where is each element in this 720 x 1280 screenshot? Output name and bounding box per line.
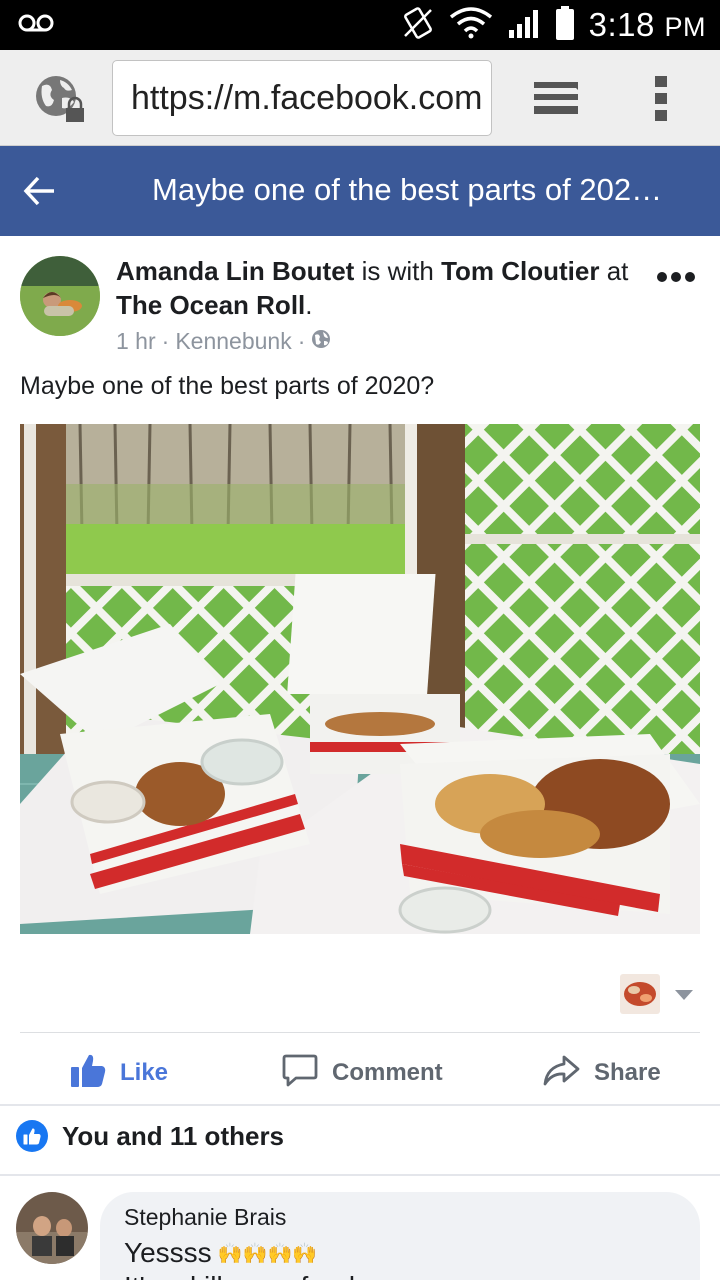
back-arrow-icon[interactable] xyxy=(22,174,58,213)
post-meta: Amanda Lin Boutet is with Tom Cloutier a… xyxy=(116,254,656,358)
status-bar: 3:18 PM xyxy=(0,0,720,50)
battery-icon xyxy=(555,5,575,45)
commenter-name[interactable]: Stephanie Brais xyxy=(124,1204,676,1231)
share-arrow-icon xyxy=(542,1053,580,1094)
post-subline: 1 hr · Kennebunk · xyxy=(116,324,656,358)
tagged-name[interactable]: Tom Cloutier xyxy=(441,256,599,286)
comment-label: Comment xyxy=(332,1059,443,1086)
clock-time: 3:18 xyxy=(588,6,655,43)
browser-toolbar: https://m.facebook.com xyxy=(0,50,720,146)
commenter-avatar[interactable] xyxy=(16,1192,88,1264)
url-field[interactable]: https://m.facebook.com xyxy=(112,60,492,136)
signal-icon xyxy=(507,8,541,43)
post-text: Maybe one of the best parts of 2020? xyxy=(20,372,435,400)
reactions-summary[interactable]: You and 11 others xyxy=(16,1120,284,1152)
comment-message: Yessss xyxy=(124,1237,212,1268)
period: . xyxy=(305,290,313,320)
page-header: Maybe one of the best parts of 202… xyxy=(0,146,720,236)
wifi-icon xyxy=(449,6,493,44)
clock-ampm: PM xyxy=(664,12,706,42)
post-headline: Amanda Lin Boutet is with Tom Cloutier a… xyxy=(116,254,656,322)
raised-hands-emoji: 🙌🙌🙌🙌 xyxy=(217,1242,318,1265)
separator-dot: · xyxy=(297,328,306,354)
overflow-menu-icon[interactable] xyxy=(654,75,668,128)
share-button[interactable]: Share xyxy=(542,1048,661,1098)
separator-dot: · xyxy=(161,328,170,354)
post-location[interactable]: Kennebunk xyxy=(175,324,291,358)
divider xyxy=(0,1104,720,1106)
author-avatar[interactable] xyxy=(20,256,100,336)
globe-icon[interactable] xyxy=(34,74,86,129)
reaction-thumbnail[interactable] xyxy=(620,974,660,1014)
reactions-text: You and 11 others xyxy=(62,1120,285,1151)
with-text: is with xyxy=(361,256,434,286)
post-photo[interactable] xyxy=(20,424,700,934)
chevron-down-icon[interactable] xyxy=(674,988,694,1006)
comment-button[interactable]: Comment xyxy=(282,1048,443,1098)
comment-bubble-icon xyxy=(282,1052,318,1095)
comment-text: Yessss 🙌🙌🙌🙌 xyxy=(124,1237,676,1269)
comment-bubble: Stephanie Brais Yessss 🙌🙌🙌🙌 It's a kille… xyxy=(100,1192,700,1280)
thumbs-up-icon xyxy=(70,1052,106,1095)
public-globe-icon xyxy=(311,324,331,358)
divider xyxy=(0,1174,720,1176)
comment-text-line2: It's a killer seafood… xyxy=(124,1271,676,1280)
like-button[interactable]: Like xyxy=(70,1048,168,1098)
url-text: https://m.facebook.com xyxy=(131,78,483,117)
post-time[interactable]: 1 hr xyxy=(116,324,156,358)
tabs-icon[interactable] xyxy=(532,78,580,123)
clock: 3:18 PM xyxy=(589,6,706,44)
share-label: Share xyxy=(594,1059,661,1086)
post-actions: Like Comment Share xyxy=(0,1040,720,1104)
author-name[interactable]: Amanda Lin Boutet xyxy=(116,256,354,286)
voicemail-icon xyxy=(18,12,54,39)
like-badge-icon xyxy=(16,1120,48,1152)
divider xyxy=(20,1032,700,1033)
at-text: at xyxy=(606,256,629,286)
place-name[interactable]: The Ocean Roll xyxy=(116,290,305,320)
vibrate-icon xyxy=(401,6,435,45)
like-label: Like xyxy=(120,1059,169,1086)
more-options-icon[interactable] xyxy=(656,270,696,288)
page-title: Maybe one of the best parts of 202… xyxy=(152,172,663,207)
